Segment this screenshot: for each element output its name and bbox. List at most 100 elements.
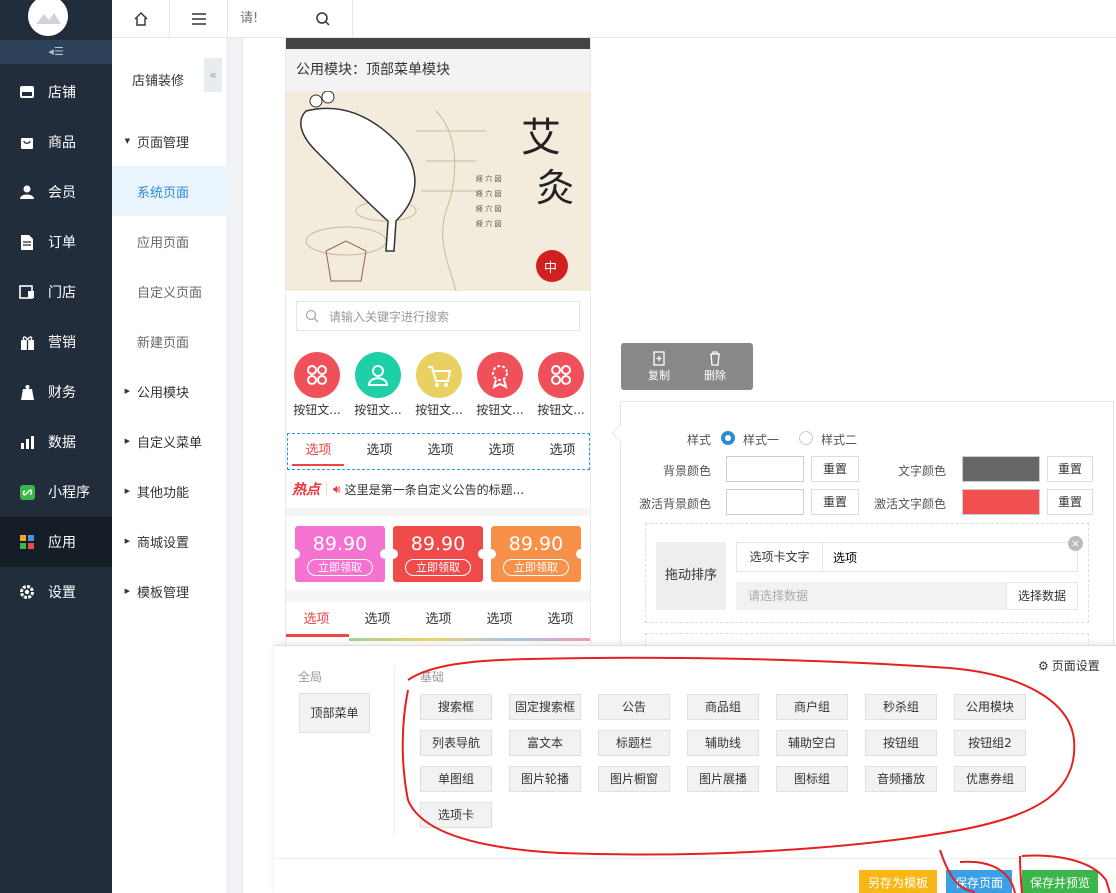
text-color-reset-button[interactable]: 重置 bbox=[1047, 456, 1093, 482]
nav-item-6[interactable]: 营销 bbox=[0, 317, 112, 367]
data-select-placeholder[interactable]: 请选择数据 bbox=[736, 582, 1006, 610]
remove-item-icon[interactable]: × bbox=[1068, 536, 1083, 551]
active-bg-reset-button[interactable]: 重置 bbox=[811, 489, 859, 515]
active-text-reset-button[interactable]: 重置 bbox=[1047, 489, 1093, 515]
module-button[interactable]: 标题栏 bbox=[598, 730, 670, 756]
user-icon[interactable] bbox=[355, 352, 401, 398]
select-data-button[interactable]: 选择数据 bbox=[1006, 582, 1078, 610]
phone-tab[interactable]: 选项 bbox=[288, 434, 349, 468]
module-button[interactable]: 秒杀组 bbox=[865, 694, 937, 720]
module-button[interactable]: 图标组 bbox=[776, 766, 848, 792]
save-preview-button[interactable]: 保存并预览 bbox=[1022, 870, 1098, 893]
subnav-item-8[interactable]: ▶ 其他功能 bbox=[112, 466, 226, 516]
bg-color-picker[interactable] bbox=[726, 456, 804, 482]
drag-sort-handle[interactable]: 拖动排序 bbox=[656, 542, 726, 610]
module-button[interactable]: 固定搜索框 bbox=[509, 694, 581, 720]
phone-tab-secondary[interactable]: 选项 bbox=[347, 606, 408, 634]
coupon-card[interactable]: 89.90 立即领取 bbox=[290, 526, 390, 582]
menu-icon[interactable] bbox=[170, 0, 228, 38]
phone-tab[interactable]: 选项 bbox=[532, 434, 590, 468]
module-button[interactable]: 公告 bbox=[598, 694, 670, 720]
subnav-item-9[interactable]: ▶ 商城设置 bbox=[112, 516, 226, 566]
subnav-item-1[interactable]: ▼ 页面管理 bbox=[112, 116, 226, 166]
module-button[interactable]: 辅助空白 bbox=[776, 730, 848, 756]
phone-tab[interactable]: 选项 bbox=[349, 434, 410, 468]
nav-item-5[interactable]: 门店 bbox=[0, 267, 112, 317]
nav-item-10[interactable]: 应用 bbox=[0, 517, 112, 567]
copy-button[interactable]: 复制 bbox=[637, 349, 681, 383]
phone-search-box[interactable]: 请输入关键字进行搜索 bbox=[296, 301, 580, 331]
coupon-card[interactable]: 89.90 立即领取 bbox=[486, 526, 586, 582]
cart-icon[interactable] bbox=[416, 352, 462, 398]
search-input[interactable] bbox=[240, 6, 310, 30]
module-button[interactable]: 搜索框 bbox=[420, 694, 492, 720]
subnav-item-6[interactable]: ▶ 公用模块 bbox=[112, 366, 226, 416]
tab-active-underline bbox=[292, 464, 344, 466]
coupon-claim-button[interactable]: 立即领取 bbox=[405, 559, 471, 576]
style-one-radio[interactable] bbox=[721, 431, 735, 445]
notice-bar[interactable]: 热点 🔊︎ 这里是第一条自定义公告的标题... bbox=[286, 476, 590, 502]
module-top-menu[interactable]: 顶部菜单 bbox=[299, 693, 370, 733]
module-button[interactable]: 公用模块 bbox=[954, 694, 1026, 720]
banner-image[interactable]: 艾 灸 経 穴 図 経 穴 図 経 穴 図 経 穴 図 中 bbox=[286, 91, 590, 291]
home-icon[interactable] bbox=[112, 0, 170, 38]
nav-item-2[interactable]: 商品 bbox=[0, 117, 112, 167]
speaker-icon: 🔊︎ bbox=[333, 481, 341, 496]
save-template-button[interactable]: 另存为模板 bbox=[859, 870, 937, 893]
coupon-notch bbox=[486, 549, 496, 559]
module-button[interactable]: 商品组 bbox=[687, 694, 759, 720]
grid-icon[interactable] bbox=[294, 352, 340, 398]
nav-item-1[interactable]: 店铺 bbox=[0, 67, 112, 117]
coupon-card[interactable]: 89.90 立即领取 bbox=[388, 526, 488, 582]
module-button[interactable]: 选项卡 bbox=[420, 802, 492, 828]
subnav-item-3[interactable]: 应用页面 bbox=[112, 216, 226, 266]
text-color-picker[interactable] bbox=[962, 456, 1040, 482]
nav-item-9[interactable]: 小程序 bbox=[0, 467, 112, 517]
subnav-item-7[interactable]: ▶ 自定义菜单 bbox=[112, 416, 226, 466]
phone-tab-bar[interactable]: 选项 选项 选项 选项 选项 bbox=[287, 433, 590, 470]
phone-tab-secondary[interactable]: 选项 bbox=[530, 606, 590, 634]
phone-tab-secondary[interactable]: 选项 bbox=[408, 606, 469, 634]
data-select-row: 请选择数据 选择数据 bbox=[736, 582, 1078, 610]
nav-item-4[interactable]: 订单 bbox=[0, 217, 112, 267]
module-button[interactable]: 按钮组 bbox=[865, 730, 937, 756]
save-page-button[interactable]: 保存页面 bbox=[946, 870, 1012, 893]
nav-item-7[interactable]: 财务 bbox=[0, 367, 112, 417]
module-button[interactable]: 富文本 bbox=[509, 730, 581, 756]
module-button[interactable]: 单图组 bbox=[420, 766, 492, 792]
coupon-claim-button[interactable]: 立即领取 bbox=[503, 559, 569, 576]
tab-text-input[interactable] bbox=[823, 543, 1077, 571]
nav-item-11[interactable]: 设置 bbox=[0, 567, 112, 617]
nav-item-8[interactable]: 数据 bbox=[0, 417, 112, 467]
module-button[interactable]: 图片轮播 bbox=[509, 766, 581, 792]
collapse-subnav-icon[interactable]: « bbox=[204, 58, 222, 92]
phone-tab-secondary[interactable]: 选项 bbox=[469, 606, 530, 634]
collapse-menu-icon[interactable]: ◂☰ bbox=[0, 40, 112, 64]
delete-button[interactable]: 删除 bbox=[693, 349, 737, 383]
module-button[interactable]: 图片橱窗 bbox=[598, 766, 670, 792]
style-two-radio[interactable] bbox=[799, 431, 813, 445]
phone-tab-secondary[interactable]: 选项 bbox=[286, 606, 347, 634]
module-button[interactable]: 图片展播 bbox=[687, 766, 759, 792]
module-button[interactable]: 优惠券组 bbox=[954, 766, 1026, 792]
module-button[interactable]: 列表导航 bbox=[420, 730, 492, 756]
module-button[interactable]: 辅助线 bbox=[687, 730, 759, 756]
nav-item-3[interactable]: 会员 bbox=[0, 167, 112, 217]
page-settings-button[interactable]: ⚙ 页面设置 bbox=[1038, 657, 1100, 674]
active-bg-color-picker[interactable] bbox=[726, 489, 804, 515]
subnav-item-5[interactable]: 新建页面 bbox=[112, 316, 226, 366]
active-text-color-picker[interactable] bbox=[962, 489, 1040, 515]
search-icon[interactable] bbox=[315, 11, 331, 27]
coupon-claim-button[interactable]: 立即领取 bbox=[307, 559, 373, 576]
subnav-item-4[interactable]: 自定义页面 bbox=[112, 266, 226, 316]
phone-tab[interactable]: 选项 bbox=[471, 434, 532, 468]
bg-color-reset-button[interactable]: 重置 bbox=[811, 456, 859, 482]
module-button[interactable]: 商户组 bbox=[776, 694, 848, 720]
phone-tab[interactable]: 选项 bbox=[410, 434, 471, 468]
grid-icon[interactable] bbox=[538, 352, 584, 398]
module-button[interactable]: 音频播放 bbox=[865, 766, 937, 792]
subnav-item-10[interactable]: ▶ 模板管理 bbox=[112, 566, 226, 616]
subnav-item-2[interactable]: 系统页面 bbox=[112, 166, 226, 216]
badge-icon[interactable] bbox=[477, 352, 523, 398]
module-button[interactable]: 按钮组2 bbox=[954, 730, 1026, 756]
